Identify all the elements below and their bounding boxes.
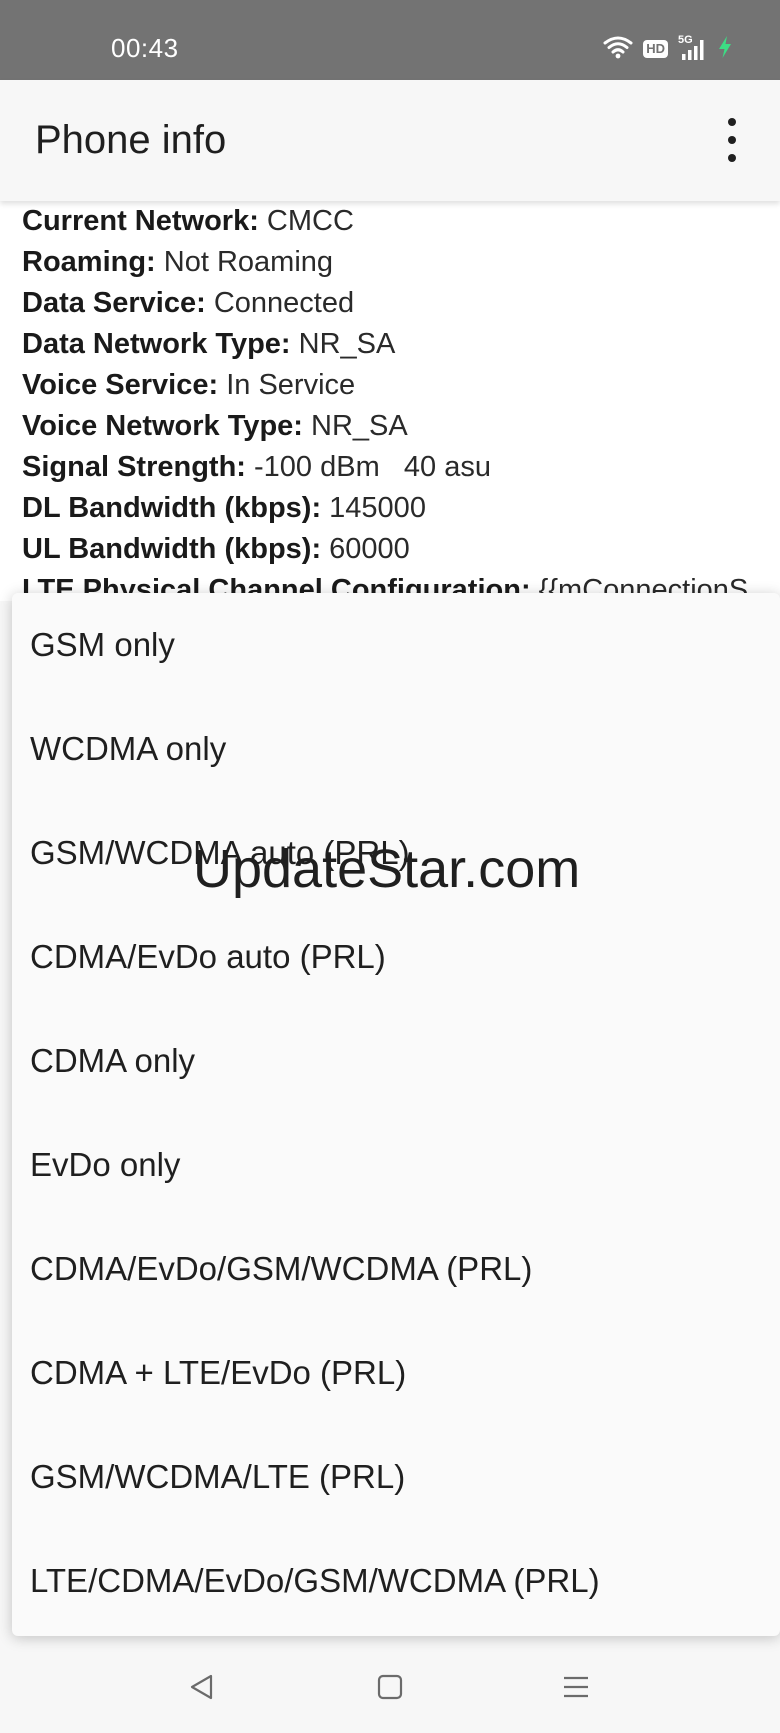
- status-icons: HD 5G: [603, 34, 732, 64]
- menu-dot: [728, 118, 736, 126]
- info-label: Data Network Type:: [22, 328, 291, 360]
- info-value: 145000: [329, 492, 426, 524]
- info-label: Data Service:: [22, 287, 206, 319]
- info-label: LTE Physical Channel Configuration:: [22, 574, 531, 593]
- signal-5g-icon: 5G: [678, 34, 708, 62]
- info-row-signal-strength: Signal Strength: -100 dBm 40 asu: [22, 447, 772, 488]
- info-row-roaming: Roaming: Not Roaming: [22, 242, 772, 283]
- info-row-dl-bandwidth: DL Bandwidth (kbps): 145000: [22, 488, 772, 529]
- info-row-data-service: Data Service: Connected: [22, 283, 772, 324]
- network-type-dropdown: GSM only WCDMA only GSM/WCDMA auto (PRL)…: [12, 593, 780, 1636]
- info-value: CMCC: [266, 205, 354, 237]
- option-gsm-wcdma-auto[interactable]: GSM/WCDMA auto (PRL): [12, 801, 780, 905]
- menu-dot: [728, 136, 736, 144]
- info-row-current-network: Current Network: CMCC: [22, 201, 772, 242]
- option-lte-cdma-evdo-gsm-wcdma[interactable]: LTE/CDMA/EvDo/GSM/WCDMA (PRL): [12, 1529, 780, 1633]
- recents-icon[interactable]: [556, 1670, 596, 1704]
- option-evdo-only[interactable]: EvDo only: [12, 1113, 780, 1217]
- hd-icon: HD: [643, 40, 668, 58]
- option-wcdma-only[interactable]: WCDMA only: [12, 697, 780, 801]
- menu-dot: [728, 154, 736, 162]
- navigation-bar: [0, 1640, 780, 1733]
- option-cdma-evdo-auto[interactable]: CDMA/EvDo auto (PRL): [12, 905, 780, 1009]
- info-label: Signal Strength:: [22, 451, 246, 483]
- option-cdma-lte-evdo[interactable]: CDMA + LTE/EvDo (PRL): [12, 1321, 780, 1425]
- info-value: {{mConnectionS: [538, 574, 749, 593]
- info-label: Current Network:: [22, 205, 259, 237]
- option-gsm-only[interactable]: GSM only: [12, 593, 780, 697]
- info-value: NR_SA: [311, 410, 408, 442]
- info-row-voice-service: Voice Service: In Service: [22, 365, 772, 406]
- more-vert-icon[interactable]: [722, 118, 742, 162]
- home-icon[interactable]: [370, 1670, 410, 1704]
- info-label: Voice Network Type:: [22, 410, 303, 442]
- status-bar: 00:43 HD 5G: [0, 0, 780, 80]
- back-icon[interactable]: [182, 1670, 222, 1704]
- info-value: 60000: [329, 533, 410, 565]
- charging-icon: [718, 35, 732, 63]
- status-time: 00:43: [111, 33, 179, 63]
- info-label: Voice Service:: [22, 369, 219, 401]
- app-bar: Phone info: [0, 80, 780, 201]
- option-gsm-wcdma-lte[interactable]: GSM/WCDMA/LTE (PRL): [12, 1425, 780, 1529]
- wifi-icon: [603, 35, 633, 64]
- info-label: Roaming:: [22, 246, 156, 278]
- page-title: Phone info: [35, 118, 227, 162]
- info-row-data-network-type: Data Network Type: NR_SA: [22, 324, 772, 365]
- info-value: Connected: [213, 287, 355, 319]
- info-value: -100 dBm 40 asu: [254, 451, 491, 483]
- option-cdma-only[interactable]: CDMA only: [12, 1009, 780, 1113]
- info-row-lte-physical-channel: LTE Physical Channel Configuration: {{mC…: [22, 570, 772, 593]
- phone-info-list: Current Network: CMCC Roaming: Not Roami…: [22, 201, 772, 593]
- info-value: In Service: [226, 369, 356, 401]
- info-label: UL Bandwidth (kbps):: [22, 533, 322, 565]
- info-value: NR_SA: [298, 328, 396, 360]
- option-cdma-evdo-gsm-wcdma[interactable]: CDMA/EvDo/GSM/WCDMA (PRL): [12, 1217, 780, 1321]
- info-row-ul-bandwidth: UL Bandwidth (kbps): 60000: [22, 529, 772, 570]
- info-value: Not Roaming: [163, 246, 334, 278]
- info-label: DL Bandwidth (kbps):: [22, 492, 322, 524]
- info-row-voice-network-type: Voice Network Type: NR_SA: [22, 406, 772, 447]
